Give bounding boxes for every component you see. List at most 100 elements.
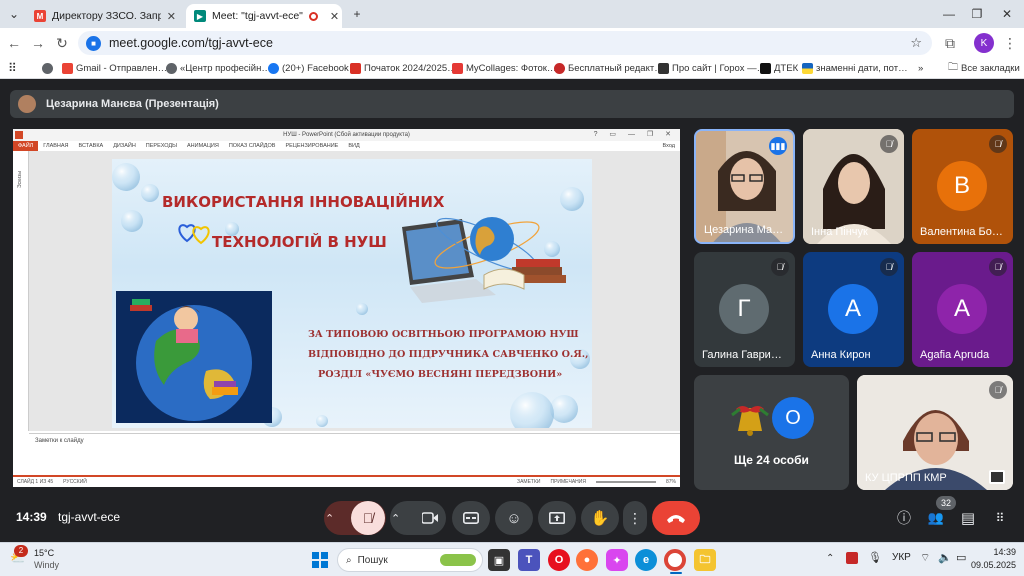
- apps-grid-icon: ⠿: [995, 511, 1005, 525]
- others-label: Ще 24 особи: [734, 453, 809, 467]
- mic-off-button[interactable]: 🎙̸: [351, 501, 385, 535]
- mic-off-icon: 🎙̸: [880, 135, 898, 153]
- firefox-icon[interactable]: ●: [576, 549, 598, 571]
- bookmark-item[interactable]: Початок 2024/2025…: [350, 60, 457, 76]
- participant-tile[interactable]: Г 🎙̸ Галина Гаври…: [694, 252, 795, 367]
- pin-screen-icon[interactable]: [989, 470, 1005, 484]
- participant-tile[interactable]: ▮▮▮ Цезарина Ма…: [694, 129, 795, 244]
- mic-options-chevron-icon[interactable]: ⌃: [325, 512, 351, 525]
- reactions-button[interactable]: ☺: [495, 501, 533, 535]
- slide-notes[interactable]: Заметки к слайду: [29, 433, 680, 475]
- participant-avatar: А: [828, 284, 878, 334]
- bookmark-item[interactable]: «Центр професійн…: [166, 60, 271, 76]
- chrome-icon[interactable]: [664, 549, 686, 571]
- clock-date[interactable]: 09.05.2025: [958, 560, 1016, 570]
- all-bookmarks[interactable]: 🗀 Все закладки: [948, 60, 1020, 76]
- ribbon-tab[interactable]: ВСТАВКА: [74, 143, 109, 149]
- ribbon-tab[interactable]: ДИЗАЙН: [108, 143, 141, 149]
- camera-options-chevron-icon[interactable]: ⌃: [391, 512, 415, 525]
- camera-button[interactable]: [415, 512, 445, 524]
- bookmark-item[interactable]: ДТЕК: [760, 60, 798, 76]
- close-tab-icon[interactable]: ✕: [167, 10, 176, 23]
- profile-avatar[interactable]: K: [974, 33, 994, 53]
- present-button[interactable]: [538, 501, 576, 535]
- menu-icon[interactable]: ⋮: [1000, 33, 1020, 53]
- participant-avatar: Г: [719, 284, 769, 334]
- wifi-icon[interactable]: ⌔: [920, 551, 930, 565]
- bookmark-item[interactable]: (20+) Facebook: [268, 60, 349, 76]
- bookmark-star-icon[interactable]: ☆: [910, 35, 922, 51]
- bookmark-item[interactable]: MyCollages: Фоток…: [452, 60, 556, 76]
- ribbon-tab[interactable]: РЕЦЕНЗИРОВАНИЕ: [280, 143, 343, 149]
- participant-tile[interactable]: В 🎙̸ Валентина Бо…: [912, 129, 1013, 244]
- copilot-icon[interactable]: ✦: [606, 549, 628, 571]
- tab-gmail[interactable]: M Директору ЗЗСО. Запрошення ✕: [26, 4, 184, 28]
- user-signin[interactable]: Вход: [658, 143, 680, 149]
- bookmark-item[interactable]: Бесплатный редакт…: [554, 60, 664, 76]
- raise-hand-button[interactable]: ✋: [581, 501, 619, 535]
- ribbon-tab[interactable]: ВИД: [343, 143, 364, 149]
- microphone-icon[interactable]: 🎙: [868, 551, 882, 564]
- tab-label: Директору ЗЗСО. Запрошення: [52, 10, 161, 22]
- notes-placeholder: Заметки к слайду: [35, 438, 84, 444]
- task-view-icon[interactable]: ▣: [488, 549, 510, 571]
- bookmark-label: Gmail - Отправлен…: [76, 62, 168, 74]
- edge-icon[interactable]: e: [635, 549, 657, 571]
- heart-icon: [452, 62, 463, 74]
- taskbar-search[interactable]: ⌕ Пошук: [337, 548, 483, 572]
- more-bookmarks-icon[interactable]: »: [918, 60, 923, 76]
- windows-start-icon[interactable]: [309, 549, 331, 571]
- camera-control-group: ⌃: [390, 501, 446, 535]
- captions-button[interactable]: [452, 501, 490, 535]
- close-tab-icon[interactable]: ✕: [330, 10, 339, 23]
- meet-controls: 14:39 tgj-avvt-ece ⌃ 🎙̸ ⌃ ☺ ✋ ⋮ ⓘ 👥 32 ▤…: [0, 496, 1024, 542]
- restore-button[interactable]: ❐: [962, 4, 992, 24]
- clock-time[interactable]: 14:39: [974, 547, 1016, 557]
- opera-icon[interactable]: O: [548, 549, 570, 571]
- bookmark-item[interactable]: Про сайт | Горох —…: [658, 60, 766, 76]
- apps-icon[interactable]: ⠿: [8, 60, 17, 76]
- teams-icon[interactable]: T: [518, 549, 540, 571]
- ribbon-tab[interactable]: АНИМАЦИЯ: [182, 143, 224, 149]
- address-bar[interactable]: ■ meet.google.com/tgj-avvt-ece ☆: [78, 31, 932, 55]
- new-tab-button[interactable]: +: [342, 4, 372, 24]
- presenter-avatar: [18, 95, 36, 113]
- meeting-time: 14:39: [16, 510, 47, 524]
- minimize-button[interactable]: —: [934, 4, 964, 24]
- more-options-button[interactable]: ⋮: [623, 501, 647, 535]
- ribbon-tab[interactable]: ПЕРЕХОДЫ: [141, 143, 182, 149]
- zoom-slider[interactable]: [595, 481, 656, 483]
- leave-call-button[interactable]: [652, 501, 700, 535]
- speaking-indicator-icon: ▮▮▮: [769, 137, 787, 155]
- participant-tile[interactable]: 🎙̸ Інна Пінчук: [803, 129, 904, 244]
- globe-icon[interactable]: [42, 60, 53, 76]
- ribbon-tab-file[interactable]: ФАЙЛ: [13, 141, 39, 151]
- tray-app-icon[interactable]: [846, 552, 858, 564]
- bookmark-item[interactable]: знаменні дати, пот…: [802, 60, 908, 76]
- back-button[interactable]: ←: [4, 33, 24, 53]
- file-explorer-icon[interactable]: 🗀: [694, 549, 716, 571]
- info-button[interactable]: ⓘ: [893, 501, 915, 535]
- comments-toggle[interactable]: ПРИМЕЧАНИЯ: [550, 479, 586, 485]
- notes-toggle[interactable]: ЗАМЕТКИ: [517, 479, 540, 485]
- bookmark-item[interactable]: Gmail - Отправлен…: [62, 60, 167, 76]
- ribbon-tab[interactable]: ГЛАВНАЯ: [38, 143, 73, 149]
- extensions-icon[interactable]: ⧉: [940, 33, 960, 53]
- others-tile[interactable]: О Ще 24 особи: [694, 375, 849, 490]
- tab-search-icon[interactable]: ⌄: [2, 4, 26, 24]
- slide-subtitle-line2: ВІДПОВІДНО ДО ПІДРУЧНИКА САВЧЕНКО О.Я.,: [308, 349, 589, 360]
- participant-tile[interactable]: A 🎙̸ Agafia Apruda: [912, 252, 1013, 367]
- ribbon-tab[interactable]: ПОКАЗ СЛАЙДОВ: [224, 143, 281, 149]
- tab-meet[interactable]: ▶ Meet: "tgj-avvt-ece" ✕: [186, 4, 342, 28]
- participant-tile[interactable]: А 🎙̸ Анна Кирон: [803, 252, 904, 367]
- forward-button[interactable]: →: [28, 33, 48, 53]
- close-window-button[interactable]: ✕: [992, 4, 1022, 24]
- participant-tile[interactable]: 🎙̸ КУ ЦПРПП КМР: [857, 375, 1013, 490]
- volume-icon[interactable]: 🔈: [938, 551, 952, 564]
- activities-button[interactable]: ⠿: [988, 501, 1012, 535]
- chat-button[interactable]: ▤: [956, 501, 980, 535]
- facebook-icon: [268, 62, 279, 74]
- language-indicator[interactable]: УКР: [892, 552, 911, 563]
- reload-button[interactable]: ↻: [52, 33, 72, 53]
- tray-overflow-icon[interactable]: ⌃: [826, 553, 834, 564]
